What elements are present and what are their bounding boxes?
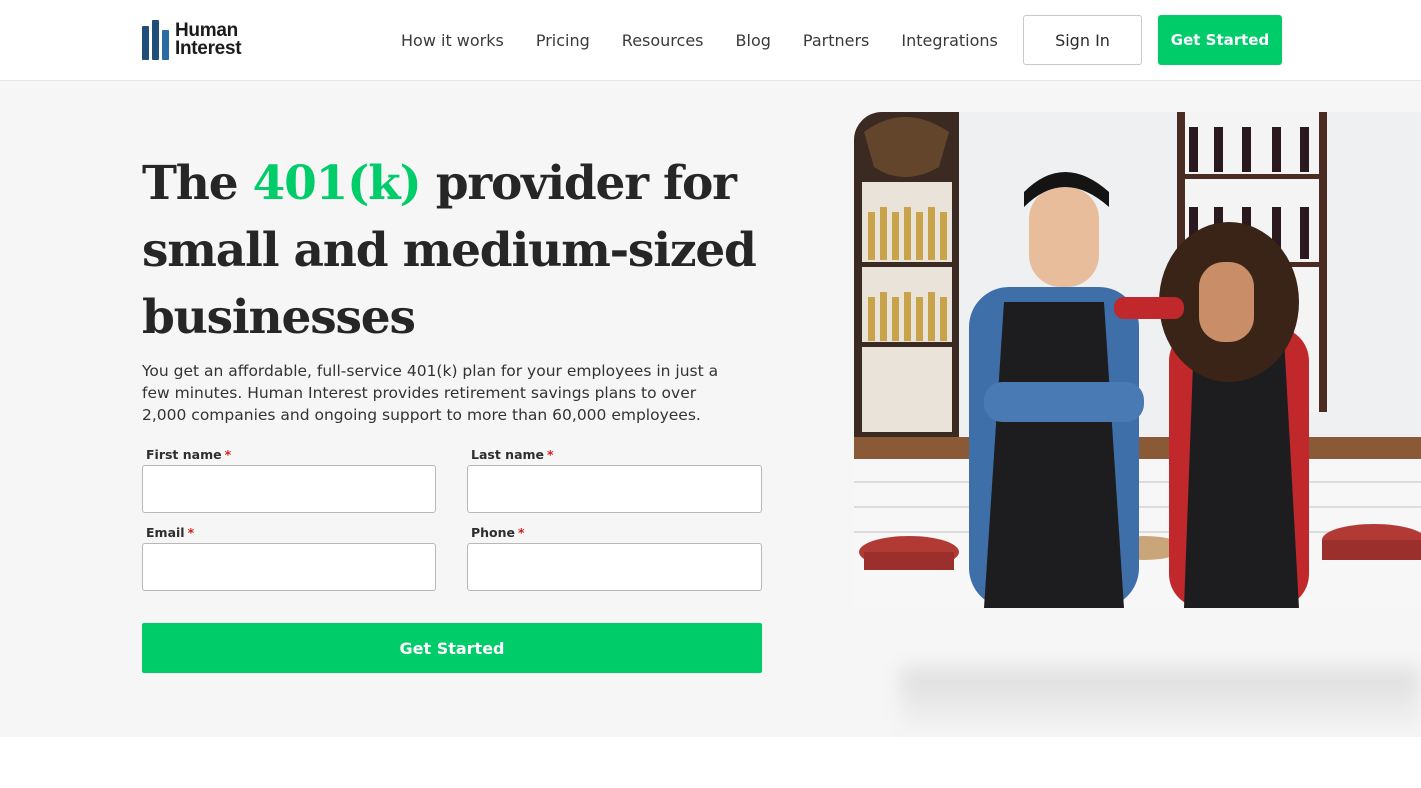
- required-marker: *: [224, 447, 232, 462]
- site-header: Human Interest How it works Pricing Reso…: [0, 0, 1421, 81]
- form-get-started-button[interactable]: Get Started: [142, 623, 762, 673]
- required-marker: *: [187, 525, 195, 540]
- hero-headline: The 401(k) provider for small and medium…: [142, 150, 762, 351]
- phone-input[interactable]: [467, 543, 762, 591]
- required-marker: *: [518, 525, 525, 540]
- nav-link-pricing[interactable]: Pricing: [536, 31, 590, 50]
- nav-link-blog[interactable]: Blog: [736, 31, 771, 50]
- headline-accent: 401(k): [252, 156, 422, 211]
- last-name-input[interactable]: [467, 465, 762, 513]
- email-label: Email *: [146, 525, 194, 540]
- hero-photo-illustration: [854, 112, 1421, 608]
- headline-prefix: The: [142, 156, 253, 211]
- brand-line-2: Interest: [175, 38, 242, 59]
- first-name-label: First name *: [146, 447, 231, 462]
- primary-nav: How it works Pricing Resources Blog Part…: [401, 0, 1030, 80]
- last-name-label-text: Last name: [471, 447, 545, 462]
- sign-in-button[interactable]: Sign In: [1023, 15, 1142, 65]
- email-input[interactable]: [142, 543, 436, 591]
- phone-label: Phone *: [471, 525, 525, 540]
- header-get-started-button[interactable]: Get Started: [1158, 15, 1282, 65]
- last-name-label: Last name *: [471, 447, 554, 462]
- first-name-label-text: First name: [146, 447, 222, 462]
- photo-shadow: [900, 668, 1421, 738]
- human-interest-logo-icon: [142, 20, 169, 60]
- nav-link-resources[interactable]: Resources: [622, 31, 704, 50]
- brand-wordmark: Human Interest: [175, 21, 242, 59]
- phone-label-text: Phone: [471, 525, 516, 540]
- hero-subcopy: You get an affordable, full-service 401(…: [142, 362, 719, 424]
- brand-logo[interactable]: Human Interest: [142, 20, 242, 60]
- nav-link-partners[interactable]: Partners: [803, 31, 869, 50]
- first-name-input[interactable]: [142, 465, 436, 513]
- nav-link-integrations[interactable]: Integrations: [901, 31, 998, 50]
- email-label-text: Email: [146, 525, 185, 540]
- nav-link-how-it-works[interactable]: How it works: [401, 31, 504, 50]
- hero-photo-two-employees-in-aprons: [854, 112, 1421, 608]
- required-marker: *: [547, 447, 554, 462]
